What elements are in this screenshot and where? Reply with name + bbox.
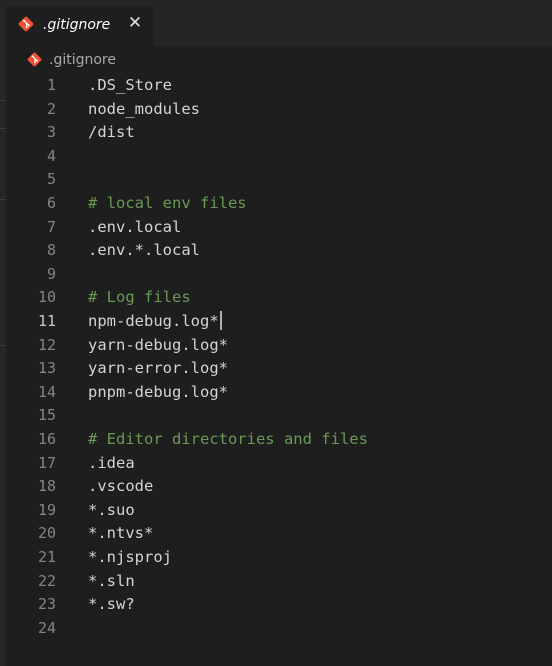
close-icon[interactable]: ✕ (126, 14, 144, 32)
code-line[interactable]: 23 *.sw? (6, 593, 552, 617)
code-line[interactable]: 6 # local env files (6, 192, 552, 216)
code-line[interactable]: 17 .idea (6, 452, 552, 476)
code-line[interactable]: 16 # Editor directories and files (6, 428, 552, 452)
line-number: 9 (46, 264, 56, 283)
code-text: yarn-error.log* (88, 359, 228, 378)
line-number: 11 (37, 312, 56, 330)
code-text: *.suo (88, 500, 135, 519)
line-number: 15 (37, 406, 56, 425)
line-number: 4 (46, 146, 56, 165)
code-line[interactable]: 3/dist (6, 121, 552, 145)
line-number: 8 (46, 241, 56, 260)
line-number: 19 (37, 500, 56, 519)
code-text: npm-debug.log* (88, 310, 222, 334)
code-line[interactable]: 10 # Log files (6, 286, 552, 310)
line-number: 22 (37, 571, 56, 590)
code-line[interactable]: 13 yarn-error.log* (6, 357, 552, 381)
line-number: 14 (37, 382, 56, 401)
tab-gitignore[interactable]: .gitignore ✕ (6, 6, 153, 46)
line-number: 21 (37, 548, 56, 566)
code-text: .env.local (88, 217, 182, 236)
code-line[interactable]: 14 pnpm-debug.log* (6, 381, 552, 405)
code-line[interactable]: 8 .env.*.local (6, 239, 552, 263)
line-number: 17 (37, 453, 56, 472)
code-line[interactable]: 12 yarn-debug.log* (6, 334, 552, 358)
line-number: 5 (46, 170, 56, 189)
line-number: 23 (37, 595, 56, 614)
editor-window: .gitignore ✕ .gitignore 1 .DS_Store 2 node_… (0, 0, 552, 666)
line-number: 13 (37, 359, 56, 378)
code-text: .idea (88, 453, 135, 472)
text-cursor (219, 311, 222, 330)
code-text: *.sln (88, 571, 135, 590)
code-line[interactable]: 9 (6, 263, 552, 287)
line-number: 3 (46, 123, 56, 142)
code-line[interactable]: 5 (6, 168, 552, 192)
line-number: 20 (37, 524, 56, 543)
code-line[interactable]: 1 .DS_Store (6, 74, 552, 98)
code-line[interactable]: 4 (6, 145, 552, 169)
code-line[interactable]: 2 node_modules (6, 98, 552, 122)
code-line[interactable]: 15 (6, 404, 552, 428)
breadcrumb[interactable]: .gitignore (6, 48, 552, 70)
code-line[interactable]: 18 .vscode (6, 475, 552, 499)
line-number: 18 (37, 477, 56, 496)
code-comment: # Log files (88, 288, 191, 307)
code-line[interactable]: 20 *.ntvs* (6, 522, 552, 546)
code-line[interactable]: 11 npm-debug.log* (6, 310, 552, 334)
code-line[interactable]: 21 *.njsproj (6, 546, 552, 570)
code-text: .env.*.local (88, 241, 200, 260)
code-text: *.sw? (88, 595, 135, 614)
breadcrumb-file-label: .gitignore (49, 52, 116, 68)
code-text: /dist (88, 123, 135, 142)
git-diamond-icon (27, 52, 42, 67)
code-line[interactable]: 22 *.sln (6, 570, 552, 594)
line-number: 1 (46, 76, 56, 94)
code-line[interactable]: 24 (6, 617, 552, 641)
line-number: 7 (46, 217, 56, 236)
line-number: 6 (46, 194, 56, 212)
line-number: 2 (46, 99, 56, 118)
tab-bar: .gitignore ✕ (0, 0, 552, 46)
code-text: .DS_Store (88, 76, 172, 94)
code-text: .vscode (88, 477, 154, 496)
code-editor[interactable]: 1 .DS_Store 2 node_modules 3/dist 4 5 6 # local … (6, 74, 552, 666)
line-number: 10 (37, 288, 56, 307)
code-comment: # local env files (88, 194, 247, 212)
code-text: yarn-debug.log* (88, 335, 228, 354)
code-comment: # Editor directories and files (88, 430, 368, 448)
line-number: 16 (37, 430, 56, 448)
code-line[interactable]: 7 .env.local (6, 216, 552, 240)
line-number: 24 (37, 618, 56, 637)
code-text: pnpm-debug.log* (88, 382, 228, 401)
line-number: 12 (37, 335, 56, 354)
code-text: *.njsproj (88, 548, 172, 566)
code-line[interactable]: 19 *.suo (6, 499, 552, 523)
code-text: *.ntvs* (88, 524, 154, 543)
code-text: node_modules (88, 99, 200, 118)
tab-label: .gitignore (43, 17, 111, 33)
git-diamond-icon (18, 16, 34, 32)
